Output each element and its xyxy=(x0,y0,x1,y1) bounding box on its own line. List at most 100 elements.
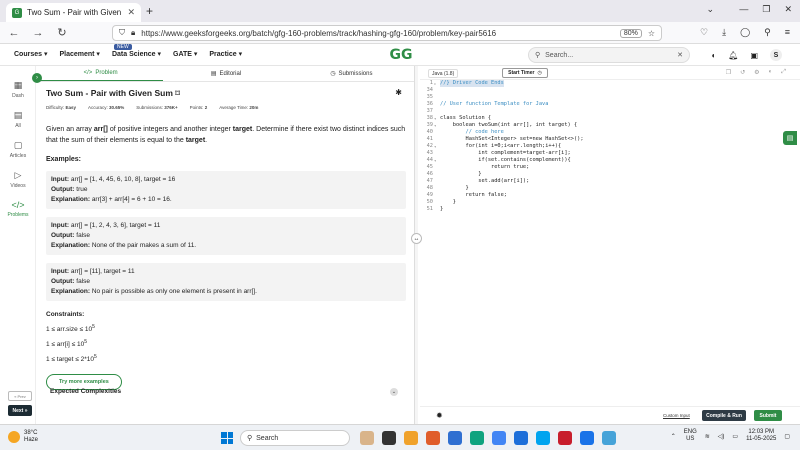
code-text[interactable]: for(int i=0;i<arr.length;i++){ xyxy=(440,143,562,150)
copy-icon[interactable]: ❐ xyxy=(726,69,731,76)
menu-gate[interactable]: GATE ▾ xyxy=(173,50,197,58)
tab-editorial[interactable]: ▤ Editorial xyxy=(163,66,288,81)
code-text[interactable]: } xyxy=(440,185,469,192)
code-line[interactable]: 36 // User function Template for Java xyxy=(420,101,792,108)
code-line[interactable]: 39 ▾ boolean twoSum(int arr[], int target… xyxy=(420,122,792,129)
code-line[interactable]: 41 HashSet<Integer> set=new HashSet<>(); xyxy=(420,136,792,143)
theme-toggle-icon[interactable]: ◐ xyxy=(711,51,716,60)
browser-tab[interactable]: G Two Sum - Pair with Given Sum ✕ xyxy=(6,3,141,22)
bookmark-icon[interactable]: ⌑ xyxy=(175,88,180,98)
code-line[interactable]: 46 } xyxy=(420,171,792,178)
language-indicator[interactable]: ENG US xyxy=(684,429,697,443)
code-text[interactable]: // User function Template for Java xyxy=(440,101,548,108)
menu-placement[interactable]: Placement ▾ xyxy=(59,50,99,58)
code-line[interactable]: 40 // code here xyxy=(420,129,792,136)
back-icon[interactable]: ← xyxy=(4,27,24,39)
code-text[interactable]: } xyxy=(440,206,443,213)
code-text[interactable]: boolean twoSum(int arr[], int target) { xyxy=(440,122,577,129)
reset-icon[interactable]: ↺ xyxy=(740,69,745,76)
gfg-logo[interactable]: GG xyxy=(386,48,416,62)
battery-icon[interactable]: ▭ xyxy=(732,433,738,440)
code-line[interactable]: 47 set.add(arr[i]); xyxy=(420,178,792,185)
pocket-icon[interactable]: ♡ xyxy=(700,27,708,38)
fullscreen-icon[interactable]: ⤢ xyxy=(781,69,786,76)
url-bar[interactable]: ⛉ 🔒︎ https://www.geeksforgeeks.org/batch… xyxy=(112,25,662,41)
collapse-rail-chevron-icon[interactable]: › xyxy=(32,73,42,83)
code-line[interactable]: 37 xyxy=(420,108,792,115)
next-problem-button[interactable]: Next » xyxy=(8,405,32,416)
chevron-down-icon[interactable]: ⌄ xyxy=(390,388,398,396)
code-line[interactable]: 49 return false; xyxy=(420,192,792,199)
code-text[interactable]: //} Driver Code Ends xyxy=(440,80,504,87)
store-icon[interactable] xyxy=(514,431,528,445)
code-text[interactable]: HashSet<Integer> set=new HashSet<>(); xyxy=(440,136,584,143)
start-timer-button[interactable]: Start Timer ◷ xyxy=(502,68,548,78)
rail-item-dash[interactable]: ▦ Dash xyxy=(0,80,36,99)
menu-data-science[interactable]: Data Science ▾ xyxy=(112,50,161,58)
code-line[interactable]: 35 xyxy=(420,94,792,101)
expected-complexities-toggle[interactable]: Expected Complexities ⌄ xyxy=(50,388,398,396)
code-text[interactable]: class Solution { xyxy=(440,115,491,122)
tab-problem[interactable]: </> Problem xyxy=(38,66,164,81)
code-text[interactable]: return true; xyxy=(440,164,529,171)
reload-icon[interactable]: ↻ xyxy=(52,26,72,39)
report-bug-icon[interactable]: ✱ xyxy=(395,88,402,97)
submit-button[interactable]: Submit xyxy=(754,410,782,421)
shield-icon[interactable]: ⛉ xyxy=(119,28,125,38)
code-text[interactable]: // code here xyxy=(440,129,504,136)
code-line[interactable]: 38 ▾ class Solution { xyxy=(420,115,792,122)
code-line[interactable]: 51} xyxy=(420,206,792,213)
close-tab-icon[interactable]: ✕ xyxy=(127,7,135,18)
code-line[interactable]: 42 ▾ for(int i=0;i<arr.length;i++){ xyxy=(420,143,792,150)
code-line[interactable]: 1 ▸//} Driver Code Ends xyxy=(420,80,792,87)
code-editor[interactable]: 1 ▸//} Driver Code Ends 34 35 36// User func… xyxy=(420,80,792,406)
code-text[interactable]: if(set.contains(complement)){ xyxy=(440,157,570,164)
app-icon[interactable] xyxy=(536,431,550,445)
rail-item-all[interactable]: ▤ All xyxy=(0,110,36,129)
bookmark-star-icon[interactable]: ☆ xyxy=(648,29,655,38)
code-text[interactable]: int complement=target-arr[i]; xyxy=(440,150,570,157)
volume-icon[interactable]: ◁) xyxy=(718,433,725,440)
mail-icon[interactable] xyxy=(448,431,462,445)
code-line[interactable]: 50 } xyxy=(420,199,792,206)
code-text[interactable]: return false; xyxy=(440,192,507,199)
lock-icon[interactable]: 🔒︎ xyxy=(131,28,135,38)
app-icon[interactable] xyxy=(602,431,616,445)
prev-problem-button[interactable]: « Prev xyxy=(8,391,32,401)
account-icon[interactable]: ◯ xyxy=(740,27,750,38)
compile-run-button[interactable]: Compile & Run xyxy=(702,410,746,421)
url-text[interactable]: https://www.geeksforgeeks.org/batch/gfg-… xyxy=(141,29,614,38)
menu-icon[interactable]: ≡ xyxy=(785,27,790,38)
code-line[interactable]: 43 int complement=target-arr[i]; xyxy=(420,150,792,157)
clear-search-icon[interactable]: ✕ xyxy=(677,51,683,59)
firefox-icon[interactable] xyxy=(426,431,440,445)
wifi-icon[interactable]: ≋ xyxy=(705,433,710,440)
code-text[interactable]: } xyxy=(440,199,456,206)
clock[interactable]: 12:03 PM 11-05-2025 xyxy=(746,429,776,443)
settings-icon[interactable]: ⚙ xyxy=(754,69,759,76)
code-text[interactable]: set.add(arr[i]); xyxy=(440,178,529,185)
mcafee-icon[interactable] xyxy=(558,431,572,445)
zoom-level[interactable]: 80% xyxy=(619,28,642,38)
widget-icon[interactable] xyxy=(360,431,374,445)
minimize-icon[interactable]: — xyxy=(739,4,748,15)
notifications-icon[interactable]: ▢ xyxy=(784,433,790,440)
close-window-icon[interactable]: ✕ xyxy=(784,4,792,15)
code-line[interactable]: 34 xyxy=(420,87,792,94)
rail-item-problems[interactable]: </> Problems xyxy=(0,200,36,218)
chevron-up-icon[interactable]: ⌃ xyxy=(671,433,676,440)
theme-icon[interactable]: ◐ xyxy=(769,69,773,76)
code-text[interactable]: } xyxy=(440,171,481,178)
fold-toggle-icon[interactable]: ▾ xyxy=(434,143,439,150)
task-view-icon[interactable] xyxy=(382,431,396,445)
restore-icon[interactable]: ❐ xyxy=(762,4,770,15)
language-select[interactable]: Java (1.8) xyxy=(428,69,459,78)
avatar[interactable]: S xyxy=(770,49,782,61)
tab-submissions[interactable]: ◷ Submissions xyxy=(289,66,414,81)
taskbar-search[interactable]: ⚲ Search xyxy=(240,430,350,446)
code-line[interactable]: 48 } xyxy=(420,185,792,192)
site-search-input[interactable]: ⚲ Search... ✕ xyxy=(528,47,690,63)
custom-input-link[interactable]: Custom Input xyxy=(663,413,690,418)
fold-toggle-icon[interactable]: ▾ xyxy=(434,115,439,122)
rail-item-videos[interactable]: ▷ Videos xyxy=(0,170,36,189)
